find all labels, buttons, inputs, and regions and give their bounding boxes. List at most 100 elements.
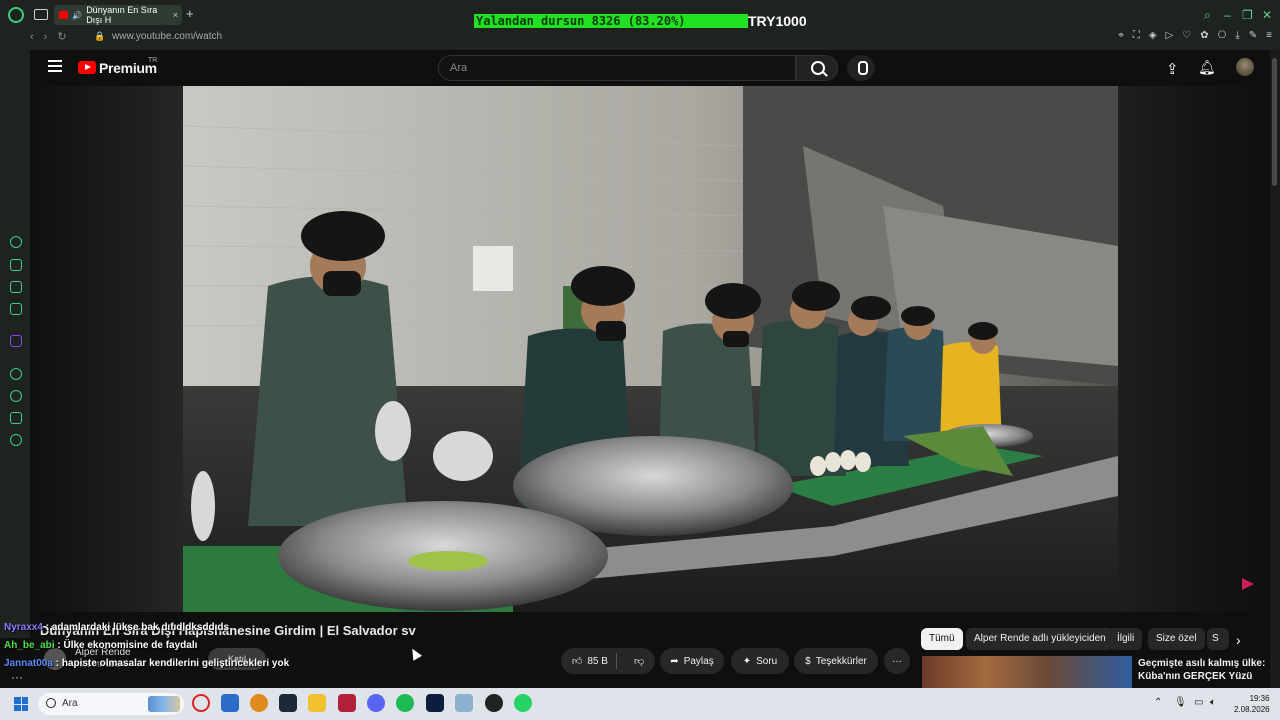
chat-message: adamlardaki lükse bak dıfıdldksddıds	[51, 622, 230, 633]
youtube-watermark-icon	[1242, 578, 1254, 590]
mouse-cursor-icon	[407, 646, 423, 661]
tray-mic-icon[interactable]: 🎙︎	[1174, 697, 1187, 708]
sparkle-icon: ✦	[742, 655, 752, 667]
chat-message: Ülke ekonomisine de faydalı	[63, 640, 198, 651]
sidebar-m-icon[interactable]	[10, 303, 22, 315]
windows-start-icon[interactable]	[14, 697, 28, 711]
ambient-left	[30, 86, 183, 612]
wifi-icon[interactable]: ▭	[1194, 697, 1203, 708]
volume-icon[interactable]: 🔈︎	[1210, 697, 1216, 708]
tab-overview-icon[interactable]	[34, 9, 48, 20]
bell-icon[interactable]: 🔔︎	[1198, 59, 1216, 76]
chat-username: Ah_be_abi	[4, 640, 55, 651]
like-count: 85 B	[587, 655, 608, 667]
sidebar-bot-icon[interactable]	[10, 259, 22, 271]
adobe-taskbar-icon[interactable]	[338, 694, 356, 712]
play-icon[interactable]: ▷	[1166, 30, 1174, 41]
pin-icon[interactable]: ⌖	[1118, 30, 1124, 41]
dislike-icon[interactable]: 👎︎	[634, 655, 644, 667]
chat-more-icon[interactable]: ···	[11, 670, 23, 684]
chip-for-you[interactable]: Size özel	[1148, 628, 1205, 650]
menu-icon[interactable]	[48, 60, 62, 72]
recommendation-thumbnail[interactable]	[922, 656, 1132, 688]
spotify-taskbar-icon[interactable]	[396, 694, 414, 712]
share-icon: ➦	[670, 655, 679, 667]
tab-close-icon[interactable]: ×	[173, 10, 178, 20]
sidebar-history-icon[interactable]	[10, 390, 22, 402]
extension-toolbar: ⌖ ⛶ ◈ ▷ ♡ ✿ ⎔ ⤓ ✎ ≡	[1118, 30, 1272, 41]
forward-icon[interactable]: ›	[44, 31, 48, 43]
thanks-button[interactable]: $ Teşekkürler	[794, 648, 878, 674]
nav-controls: ‹ › ↻	[30, 30, 67, 44]
shield-icon[interactable]: ◈	[1149, 30, 1157, 41]
snapshot-icon[interactable]: ⛶	[1133, 30, 1140, 41]
opera-logo-icon[interactable]	[8, 7, 24, 23]
more-actions-button[interactable]: ···	[884, 648, 910, 674]
steam-taskbar-icon[interactable]	[279, 694, 297, 712]
obs-taskbar-icon[interactable]	[485, 694, 503, 712]
heart-icon[interactable]: ♡	[1182, 30, 1191, 41]
thanks-label: Teşekkürler	[815, 655, 867, 667]
photoshop-taskbar-icon[interactable]	[426, 694, 444, 712]
upload-icon[interactable]: ⇪	[1166, 60, 1179, 78]
network-app-icon[interactable]	[455, 694, 473, 712]
close-window-icon[interactable]: ✕	[1262, 8, 1272, 22]
speaker-icon[interactable]: 🔊	[72, 11, 82, 20]
lock-icon: 🔒	[94, 31, 106, 41]
ask-button[interactable]: ✦ Soru	[731, 648, 789, 674]
whatsapp-taskbar-icon[interactable]	[514, 694, 532, 712]
chip-all[interactable]: Tümü	[921, 628, 963, 650]
like-button[interactable]: 👍︎ 85 B 👎︎	[561, 648, 655, 674]
scrollbar-thumb[interactable]	[1272, 58, 1277, 186]
search-icon[interactable]	[796, 55, 838, 81]
sidebar-refresh-icon[interactable]	[10, 236, 22, 248]
minimize-icon[interactable]: –	[1224, 8, 1231, 22]
tray-time: 19:36	[1249, 694, 1270, 703]
ask-label: Soru	[756, 655, 778, 667]
youtube-logo-icon[interactable]	[78, 61, 96, 74]
discord-taskbar-icon[interactable]	[367, 694, 385, 712]
opera-taskbar-icon[interactable]	[192, 694, 210, 712]
browser-tab[interactable]: 🔊 Dünyanın En Sıra Dışı H ×	[54, 5, 182, 25]
chat-line: Ah_be_abi : Ülke ekonomisine de faydalı	[4, 640, 198, 651]
new-tab-button[interactable]: +	[186, 6, 194, 21]
chevron-right-icon[interactable]: ›	[1236, 632, 1241, 648]
recommendation-title[interactable]: Geçmişte asılı kalmış ülke: Küba'nın GER…	[1138, 657, 1266, 683]
chip-related[interactable]: İlgili	[1109, 628, 1143, 650]
search-tabs-icon[interactable]: ⌕	[1204, 8, 1211, 23]
reload-icon[interactable]: ↻	[57, 30, 66, 43]
easy-setup-icon[interactable]: ≡	[1266, 30, 1272, 41]
sidebar-settings-icon[interactable]	[10, 434, 22, 446]
avatar[interactable]	[1236, 58, 1254, 76]
sidebar-note-icon[interactable]	[10, 281, 22, 293]
tray-chevron-icon[interactable]: ⌃	[1154, 697, 1162, 708]
share-label: Paylaş	[683, 655, 714, 667]
share-button[interactable]: ➦ Paylaş	[660, 648, 724, 674]
chat-line: Nyraxx4 : adamlardaki lükse bak dıfıdldk…	[4, 622, 230, 633]
region-code: TR	[148, 57, 158, 64]
sidebar-extensions-icon[interactable]	[10, 412, 22, 424]
chip-from-uploader[interactable]: Alper Rende adlı yükleyiciden	[966, 628, 1114, 650]
store-taskbar-icon[interactable]	[221, 694, 239, 712]
chip-partial[interactable]: S	[1207, 628, 1229, 650]
video-player[interactable]	[183, 86, 1118, 612]
address-bar[interactable]: www.youtube.com/watch	[112, 31, 222, 42]
mic-icon[interactable]	[847, 55, 875, 81]
donation-goal-text: Yalandan dursun 8326 (83.20%)	[476, 14, 686, 28]
youtube-favicon-icon	[59, 11, 69, 19]
chat-username: Nyraxx4	[4, 622, 43, 633]
aria-ai-icon[interactable]: ✎	[1249, 30, 1257, 41]
file-explorer-icon[interactable]	[308, 694, 326, 712]
wallet-icon[interactable]: ⎔	[1218, 30, 1227, 41]
sidebar-player-icon[interactable]	[10, 368, 22, 380]
donation-goal-amount: TRY1000	[748, 13, 807, 29]
sidebar-twitch-icon[interactable]	[10, 335, 22, 347]
app-taskbar-icon[interactable]	[250, 694, 268, 712]
maximize-icon[interactable]: ❐	[1242, 8, 1253, 22]
tray-clock[interactable]: 19:36 2.08.2026	[1234, 693, 1270, 715]
search-input[interactable]: Ara	[438, 55, 796, 81]
back-icon[interactable]: ‹	[30, 31, 34, 43]
extensions-icon[interactable]: ✿	[1200, 30, 1208, 41]
stream-chat: Nyraxx4 : adamlardaki lükse bak dıfıdldk…	[4, 619, 289, 673]
download-icon[interactable]: ⤓	[1235, 30, 1239, 41]
